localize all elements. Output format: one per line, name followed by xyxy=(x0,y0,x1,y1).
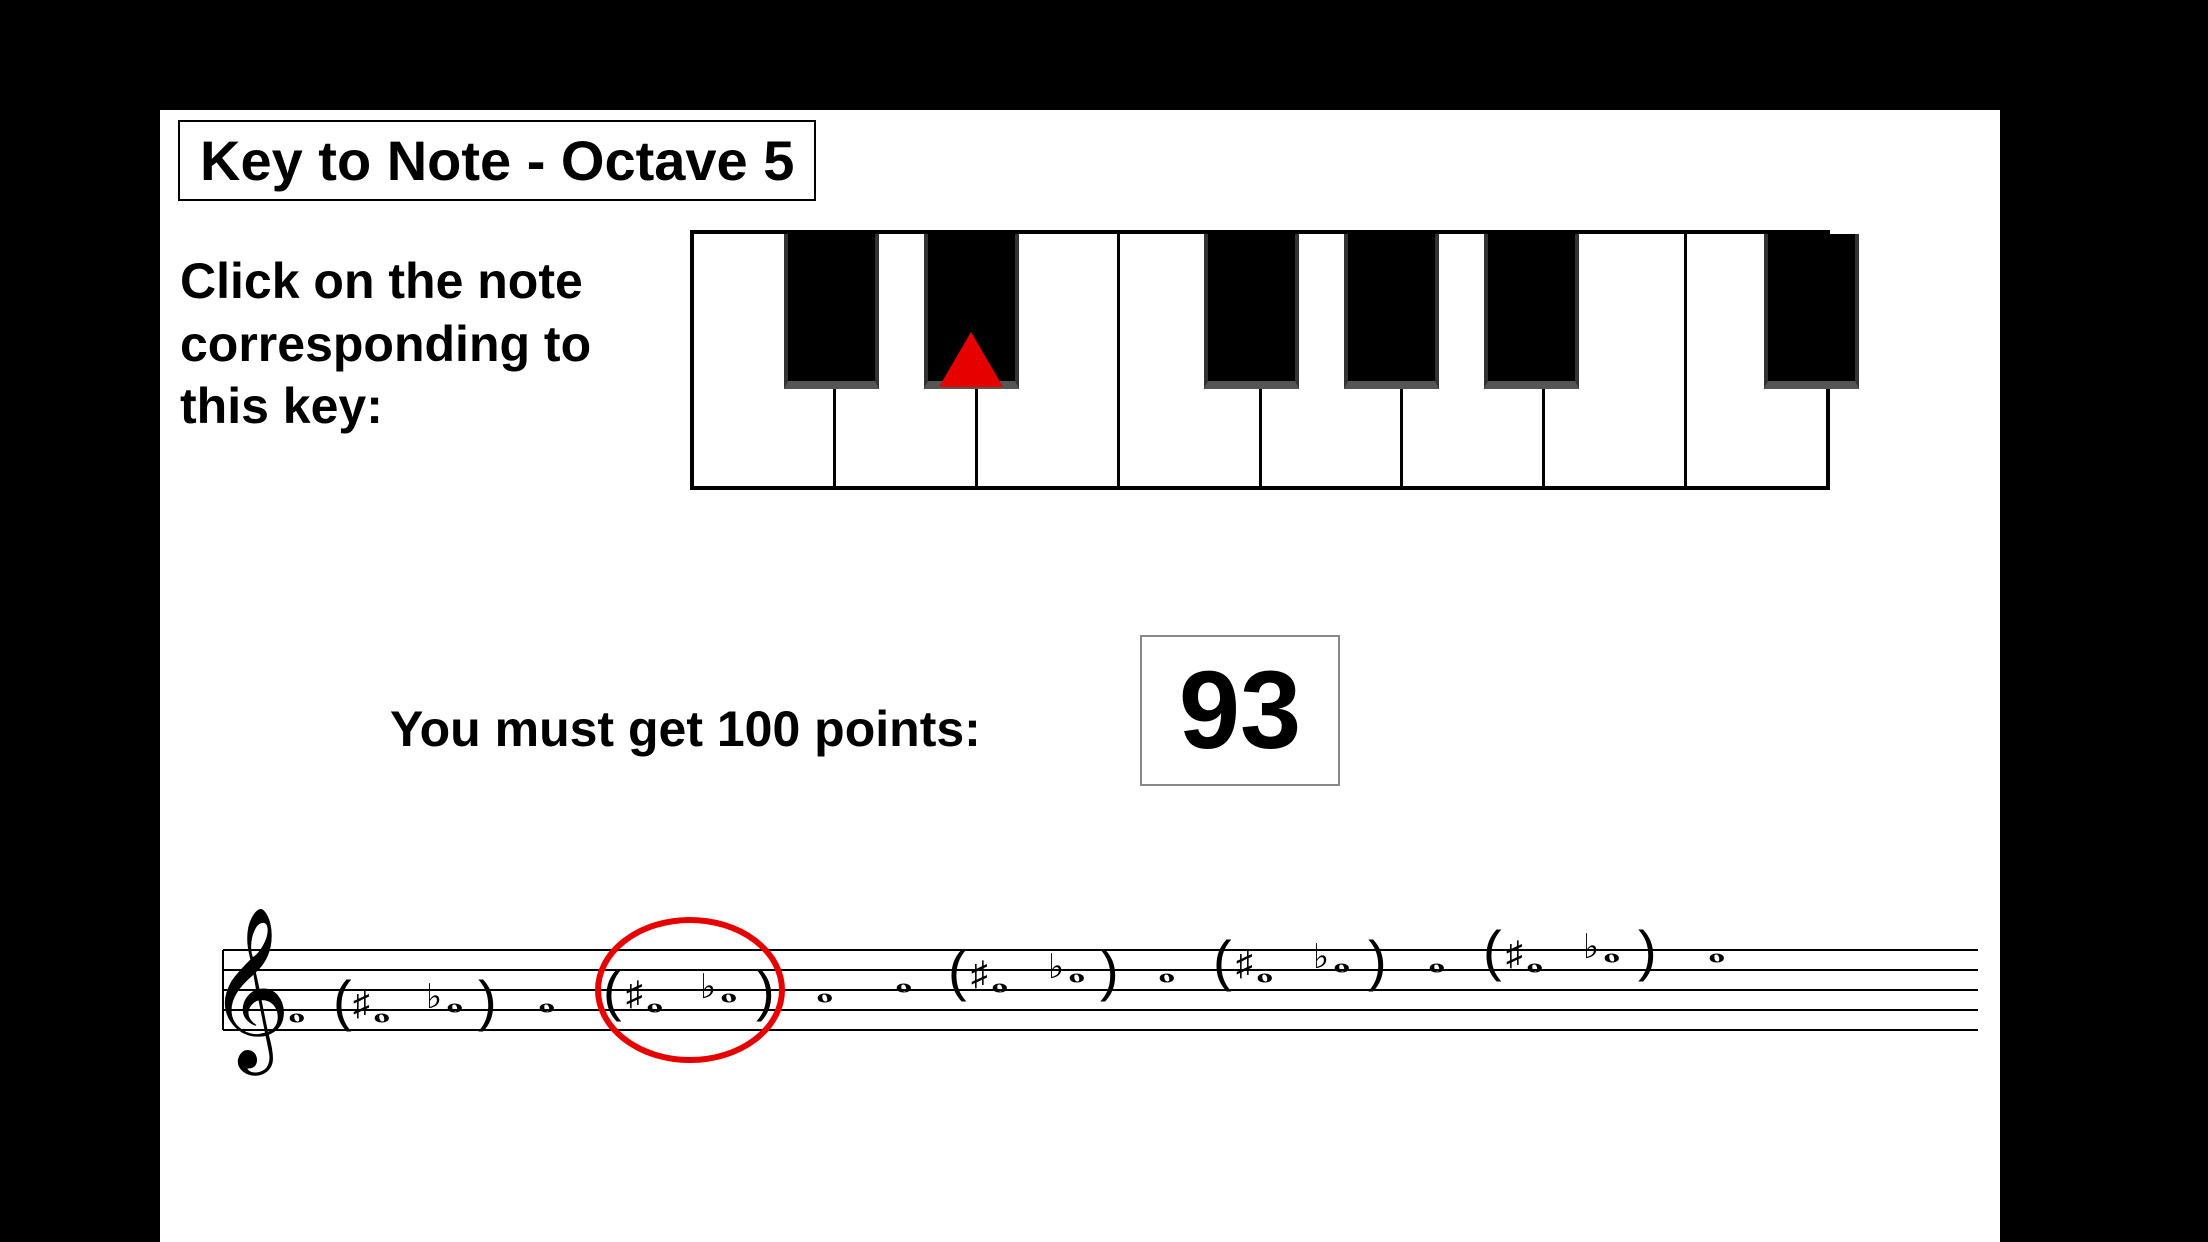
key-marker-icon xyxy=(939,332,1003,387)
svg-text:): ) xyxy=(1638,919,1657,982)
svg-text:𝅝: 𝅝 xyxy=(446,973,463,1022)
svg-text:(: ( xyxy=(333,969,352,1032)
note-option-6[interactable]: 𝅝 xyxy=(1708,923,1725,972)
svg-text:♭: ♭ xyxy=(426,978,442,1016)
note-option-2[interactable]: 𝅝 xyxy=(816,963,833,1012)
svg-text:𝅝: 𝅝 xyxy=(1428,933,1445,982)
svg-text:♭: ♭ xyxy=(1313,938,1329,976)
points-requirement-label: You must get 100 points: xyxy=(390,700,981,758)
svg-text:𝅝: 𝅝 xyxy=(1333,933,1350,982)
page-title: Key to Note - Octave 5 xyxy=(178,120,816,201)
svg-text:𝅝: 𝅝 xyxy=(1603,923,1620,972)
svg-text:𝅝: 𝅝 xyxy=(373,983,390,1032)
svg-text:𝅝: 𝅝 xyxy=(816,963,833,1012)
score-display: 93 xyxy=(1140,635,1340,786)
black-key-6[interactable] xyxy=(1764,234,1859,389)
svg-text:𝅝: 𝅝 xyxy=(1526,933,1543,982)
treble-clef-icon: 𝄞 xyxy=(208,909,291,1076)
svg-text:𝅝: 𝅝 xyxy=(288,983,305,1032)
svg-text:): ) xyxy=(478,969,497,1032)
black-key-1[interactable] xyxy=(784,234,879,389)
svg-text:𝅝: 𝅝 xyxy=(991,953,1008,1002)
svg-text:): ) xyxy=(1100,939,1119,1002)
note-option-4[interactable]: 𝅝 ( ♯ 𝅝 ♭ 𝅝 ) xyxy=(1158,929,1387,992)
black-key-4[interactable] xyxy=(1344,234,1439,389)
svg-text:𝅝: 𝅝 xyxy=(720,963,737,1012)
instruction-text: Click on the note corresponding to this … xyxy=(180,250,660,438)
svg-text:(: ( xyxy=(948,939,967,1002)
svg-text:𝅝: 𝅝 xyxy=(646,973,663,1022)
game-panel: Key to Note - Octave 5 Click on the note… xyxy=(160,110,2000,1242)
svg-text:𝅝: 𝅝 xyxy=(895,953,912,1002)
svg-text:𝅝: 𝅝 xyxy=(1256,943,1273,992)
black-key-3[interactable] xyxy=(1204,234,1299,389)
svg-text:♭: ♭ xyxy=(1583,928,1599,966)
black-key-5[interactable] xyxy=(1484,234,1579,389)
svg-text:𝅝: 𝅝 xyxy=(538,973,555,1022)
svg-text:): ) xyxy=(756,959,775,1022)
svg-text:𝅝: 𝅝 xyxy=(1708,923,1725,972)
svg-text:(: ( xyxy=(1213,929,1232,992)
piano-keyboard xyxy=(690,230,1830,490)
svg-text:♯: ♯ xyxy=(1236,945,1253,983)
svg-text:𝅝: 𝅝 xyxy=(1158,943,1175,992)
svg-text:♯: ♯ xyxy=(1506,935,1523,973)
svg-text:): ) xyxy=(1368,929,1387,992)
note-option-0[interactable]: 𝅝 ( ♯ 𝅝 ♭ 𝅝 ) xyxy=(288,969,497,1032)
svg-text:♭: ♭ xyxy=(700,968,716,1006)
svg-text:♯: ♯ xyxy=(626,975,643,1013)
svg-text:𝅝: 𝅝 xyxy=(1068,943,1085,992)
svg-text:(: ( xyxy=(1483,919,1502,982)
svg-text:(: ( xyxy=(603,959,622,1022)
svg-text:♯: ♯ xyxy=(971,955,988,993)
svg-text:♭: ♭ xyxy=(1048,948,1064,986)
music-staff: 𝄞 𝅝 ( ♯ 𝅝 ♭ 𝅝 ) 𝅝 ( ♯ 𝅝 ♭ 𝅝 ) 𝅝 xyxy=(178,890,1978,1080)
svg-text:♯: ♯ xyxy=(353,985,370,1023)
